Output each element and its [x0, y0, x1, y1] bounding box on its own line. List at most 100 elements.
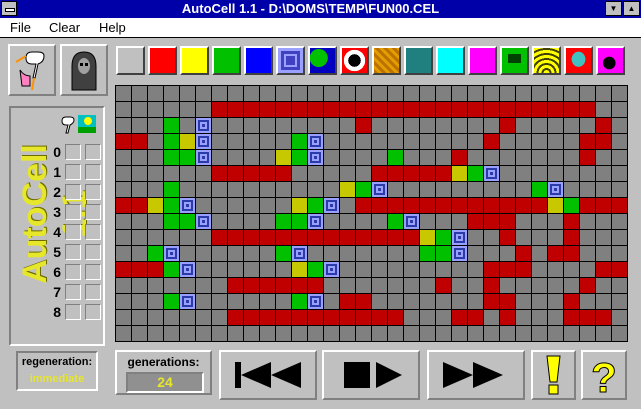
- grid-cell[interactable]: [196, 102, 211, 117]
- birth-rule-checkbox[interactable]: [65, 264, 81, 280]
- grid-cell[interactable]: [292, 102, 307, 117]
- grid-cell[interactable]: [452, 230, 467, 245]
- survive-rule-checkbox[interactable]: [85, 164, 101, 180]
- grid-cell[interactable]: [164, 86, 179, 101]
- grid-cell[interactable]: [596, 230, 611, 245]
- grid-cell[interactable]: [612, 262, 627, 277]
- grid-cell[interactable]: [308, 214, 323, 229]
- grid-cell[interactable]: [356, 294, 371, 309]
- grid-cell[interactable]: [164, 246, 179, 261]
- grid-cell[interactable]: [228, 134, 243, 149]
- grid-cell[interactable]: [132, 262, 147, 277]
- grid-cell[interactable]: [452, 262, 467, 277]
- grid-cell[interactable]: [244, 310, 259, 325]
- grid-cell[interactable]: [132, 102, 147, 117]
- grid-cell[interactable]: [388, 134, 403, 149]
- grid-cell[interactable]: [244, 198, 259, 213]
- grid-cell[interactable]: [244, 214, 259, 229]
- grid-cell[interactable]: [500, 182, 515, 197]
- grid-cell[interactable]: [340, 230, 355, 245]
- grid-cell[interactable]: [436, 102, 451, 117]
- grid-cell[interactable]: [212, 86, 227, 101]
- grid-cell[interactable]: [372, 278, 387, 293]
- grid-cell[interactable]: [212, 198, 227, 213]
- grid-cell[interactable]: [116, 182, 131, 197]
- grid-cell[interactable]: [212, 310, 227, 325]
- grid-cell[interactable]: [500, 102, 515, 117]
- grid-cell[interactable]: [372, 326, 387, 341]
- grid-cell[interactable]: [612, 182, 627, 197]
- grid-cell[interactable]: [212, 118, 227, 133]
- grid-cell[interactable]: [164, 294, 179, 309]
- grid-cell[interactable]: [468, 294, 483, 309]
- grid-cell[interactable]: [404, 86, 419, 101]
- grid-cell[interactable]: [212, 294, 227, 309]
- grid-cell[interactable]: [260, 150, 275, 165]
- grid-cell[interactable]: [340, 310, 355, 325]
- grid-cell[interactable]: [308, 86, 323, 101]
- grid-cell[interactable]: [548, 198, 563, 213]
- grid-cell[interactable]: [116, 198, 131, 213]
- grid-cell[interactable]: [244, 278, 259, 293]
- birth-rule-checkbox[interactable]: [65, 284, 81, 300]
- palette-pattern-swatch[interactable]: [372, 46, 401, 75]
- grid-cell[interactable]: [420, 118, 435, 133]
- grid-cell[interactable]: [356, 230, 371, 245]
- grid-cell[interactable]: [276, 310, 291, 325]
- grid-cell[interactable]: [180, 326, 195, 341]
- grid-cell[interactable]: [164, 198, 179, 213]
- grid-cell[interactable]: [404, 294, 419, 309]
- grid-cell[interactable]: [564, 118, 579, 133]
- grid-cell[interactable]: [340, 262, 355, 277]
- survive-rule-checkbox[interactable]: [85, 244, 101, 260]
- grid-cell[interactable]: [212, 230, 227, 245]
- grid-cell[interactable]: [532, 310, 547, 325]
- grid-cell[interactable]: [580, 86, 595, 101]
- grid-cell[interactable]: [468, 310, 483, 325]
- grid-cell[interactable]: [148, 278, 163, 293]
- alert-button[interactable]: [531, 350, 576, 400]
- grid-cell[interactable]: [340, 182, 355, 197]
- grid-cell[interactable]: [436, 150, 451, 165]
- grid-cell[interactable]: [292, 198, 307, 213]
- grid-cell[interactable]: [292, 230, 307, 245]
- grid-cell[interactable]: [308, 310, 323, 325]
- grid-cell[interactable]: [596, 246, 611, 261]
- grid-cell[interactable]: [132, 118, 147, 133]
- grid-cell[interactable]: [596, 310, 611, 325]
- grid-cell[interactable]: [596, 102, 611, 117]
- grid-cell[interactable]: [276, 166, 291, 181]
- palette-map-swatch[interactable]: [308, 46, 337, 75]
- grid-cell[interactable]: [484, 230, 499, 245]
- grid-cell[interactable]: [308, 182, 323, 197]
- grid-cell[interactable]: [580, 214, 595, 229]
- grid-cell[interactable]: [260, 182, 275, 197]
- grid-cell[interactable]: [532, 86, 547, 101]
- grid-cell[interactable]: [372, 230, 387, 245]
- palette-gray-swatch[interactable]: [116, 46, 145, 75]
- grid-cell[interactable]: [532, 198, 547, 213]
- grid-cell[interactable]: [596, 198, 611, 213]
- grid-cell[interactable]: [212, 166, 227, 181]
- grid-cell[interactable]: [116, 118, 131, 133]
- grid-cell[interactable]: [420, 246, 435, 261]
- grid-cell[interactable]: [276, 134, 291, 149]
- grid-cell[interactable]: [516, 86, 531, 101]
- grid-cell[interactable]: [244, 246, 259, 261]
- grid-cell[interactable]: [500, 262, 515, 277]
- grid-cell[interactable]: [340, 326, 355, 341]
- grid-cell[interactable]: [388, 262, 403, 277]
- grid-cell[interactable]: [324, 102, 339, 117]
- grid-cell[interactable]: [148, 310, 163, 325]
- grid-cell[interactable]: [276, 326, 291, 341]
- grid-cell[interactable]: [420, 150, 435, 165]
- grid-cell[interactable]: [292, 326, 307, 341]
- grid-cell[interactable]: [324, 182, 339, 197]
- grid-cell[interactable]: [532, 326, 547, 341]
- grid-cell[interactable]: [340, 86, 355, 101]
- grid-cell[interactable]: [356, 134, 371, 149]
- regeneration-mode[interactable]: immediate: [18, 373, 96, 385]
- grid-cell[interactable]: [532, 118, 547, 133]
- grid-cell[interactable]: [324, 150, 339, 165]
- grid-cell[interactable]: [388, 294, 403, 309]
